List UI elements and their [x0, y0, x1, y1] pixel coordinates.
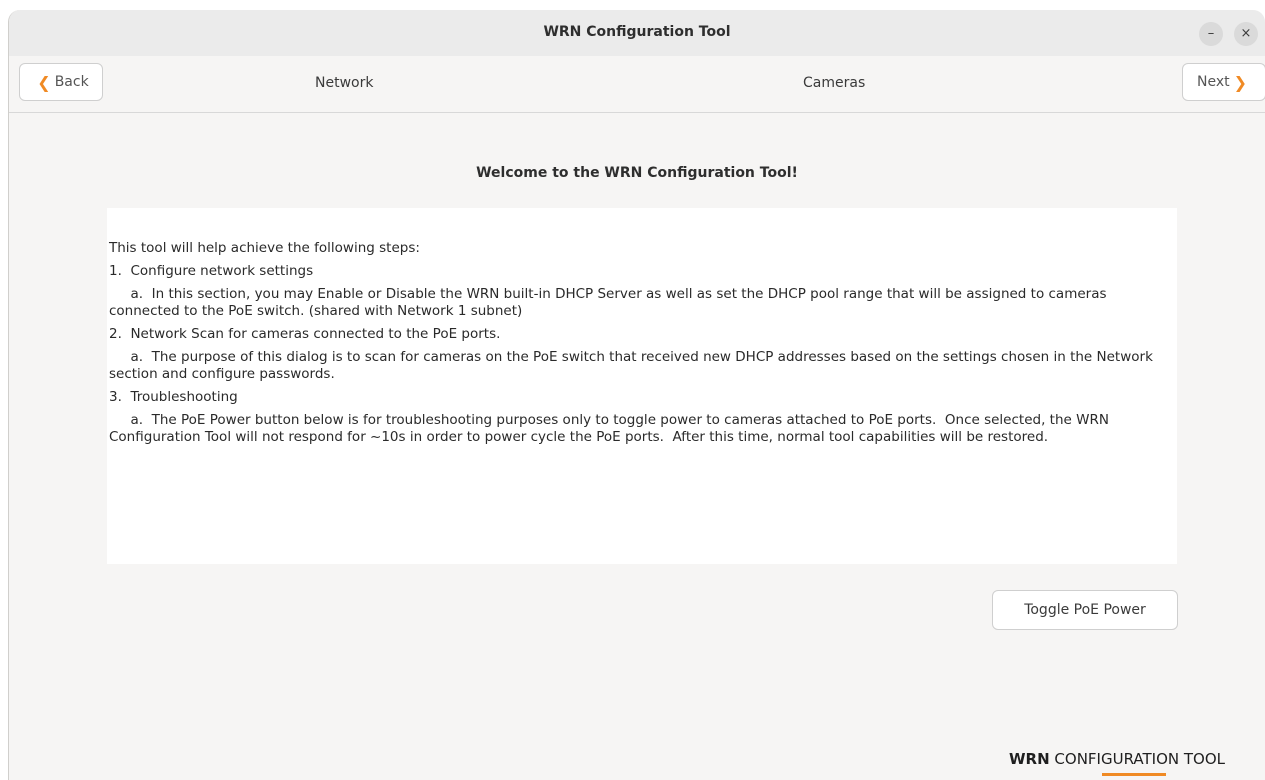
- welcome-heading: Welcome to the WRN Configuration Tool!: [476, 165, 798, 181]
- chevron-right-icon: ❯: [1233, 72, 1248, 92]
- title-bar: WRN Configuration Tool – ×: [9, 10, 1265, 57]
- step-3a: a. The PoE Power button below is for tro…: [109, 412, 1114, 445]
- brand-config-tool: CONFIGURATION TOOL: [1049, 750, 1226, 768]
- next-button[interactable]: Next ❯: [1182, 63, 1265, 101]
- app-window: WRN Configuration Tool – × ❮ Back Networ…: [8, 10, 1265, 780]
- step-1a: a. In this section, you may Enable or Di…: [109, 286, 1111, 319]
- minimize-button[interactable]: –: [1199, 22, 1223, 46]
- back-label: Back: [54, 74, 89, 90]
- step-3: 3. Troubleshooting: [109, 389, 238, 405]
- step-cameras: Cameras: [803, 75, 866, 91]
- step-network: Network: [315, 75, 374, 91]
- close-button[interactable]: ×: [1234, 22, 1258, 46]
- window-title: WRN Configuration Tool: [543, 24, 731, 40]
- toggle-poe-power-button[interactable]: Toggle PoE Power: [992, 590, 1178, 630]
- chevron-left-icon: ❮: [37, 72, 51, 92]
- intro-text: This tool will help achieve the followin…: [109, 240, 420, 256]
- brand-logo: WRN CONFIGURATION TOOL: [1009, 750, 1225, 768]
- back-button[interactable]: ❮ Back: [19, 63, 103, 101]
- step-2: 2. Network Scan for cameras connected to…: [109, 326, 501, 342]
- brand-wrn: WRN: [1009, 750, 1050, 768]
- navigation-bar: ❮ Back Network Cameras Next ❯: [9, 56, 1265, 113]
- step-1: 1. Configure network settings: [109, 263, 314, 279]
- instructions-panel: This tool will help achieve the followin…: [107, 208, 1177, 564]
- brand-accent-bar: [1102, 773, 1166, 776]
- next-label: Next: [1196, 74, 1230, 90]
- step-2a: a. The purpose of this dialog is to scan…: [109, 349, 1158, 382]
